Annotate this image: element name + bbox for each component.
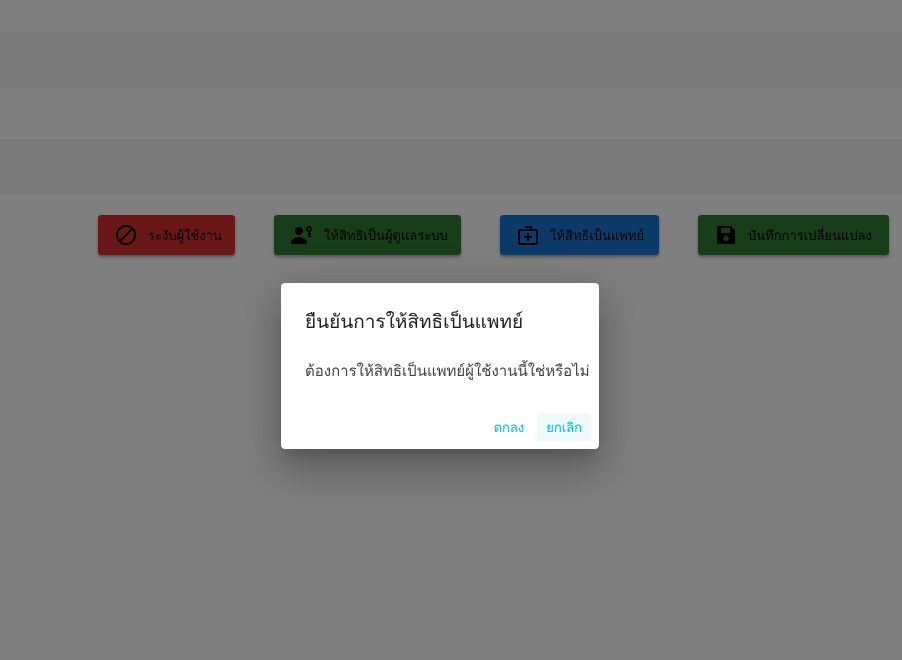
confirm-button[interactable]: ตกลง [485, 413, 534, 441]
dialog-title: ยืนยันการให้สิทธิเป็นแพทย์ [305, 311, 524, 333]
page: ระงับผู้ใช้งาน ให้สิทธิเป็นผู้ดูแลระบบ ใ… [0, 0, 902, 660]
dialog-actions: ตกลง ยกเลิก [485, 413, 591, 441]
cancel-button[interactable]: ยกเลิก [537, 413, 591, 441]
dialog-message: ต้องการให้สิทธิเป็นแพทย์ผู้ใช้งานนี้ใช่ห… [305, 362, 590, 380]
confirm-doctor-dialog: ยืนยันการให้สิทธิเป็นแพทย์ ต้องการให้สิท… [281, 283, 599, 449]
